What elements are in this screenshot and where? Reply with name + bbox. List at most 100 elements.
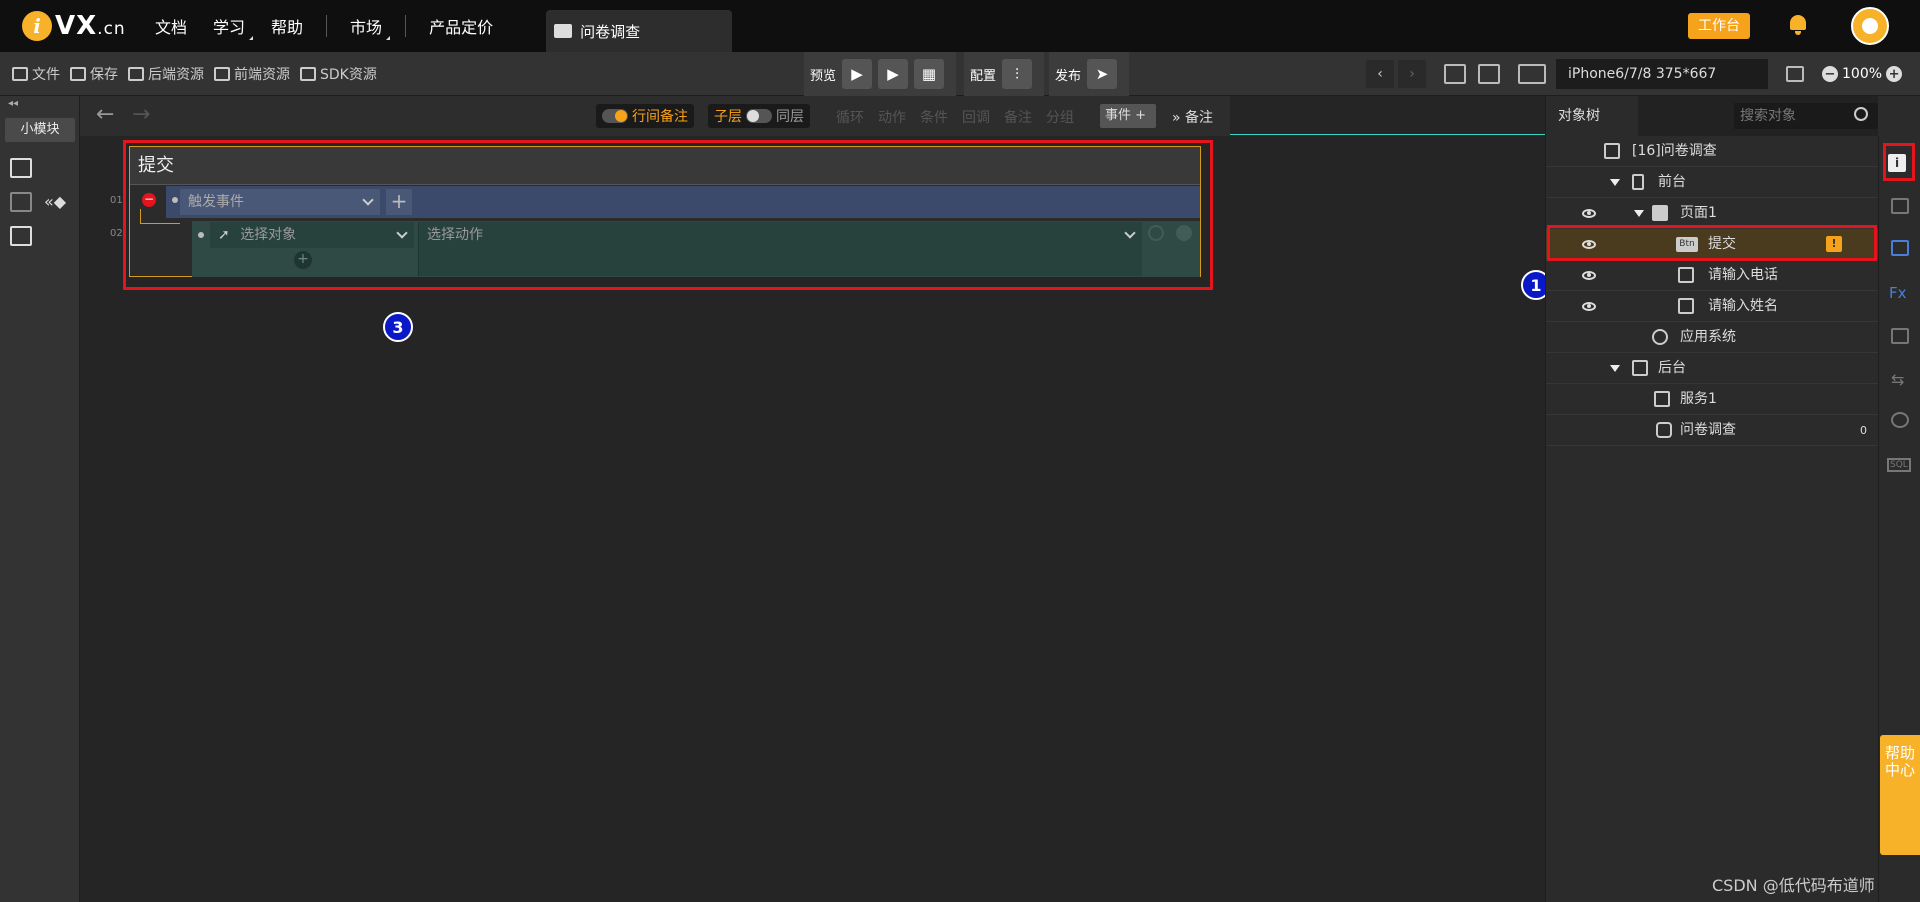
undo-arrow-icon[interactable]: ← [96, 102, 114, 127]
collapse-icon[interactable]: ◂◂ [8, 98, 18, 109]
nav-pricing[interactable]: 产品定价 [416, 14, 506, 38]
add-event-button[interactable]: 事件 + [1100, 104, 1156, 128]
cursor-icon: ➚ [218, 227, 230, 243]
tab-object-tree[interactable]: 对象树 [1546, 96, 1638, 136]
editor-toolbar: ← → 行间备注 子层 同层 循环 动作 条件 回调 备注 分组 事件 + » … [80, 96, 1230, 136]
screenshot-icon[interactable] [1786, 66, 1804, 82]
zoom-out-icon[interactable]: − [1822, 66, 1838, 82]
connector-line [140, 209, 141, 223]
tree-item-phone-input[interactable]: 请输入电话 [1546, 260, 1879, 291]
trigger-event-select[interactable]: 触发事件 [180, 189, 380, 215]
event-label: 事件 [1105, 108, 1132, 123]
inspect-icon[interactable] [10, 226, 32, 246]
align-center-icon[interactable] [1478, 64, 1500, 84]
sliders-icon[interactable] [10, 192, 32, 212]
nav-learn[interactable]: 学习 [200, 14, 258, 40]
layer-toggle[interactable]: 子层 同层 [708, 104, 810, 128]
tree-item-service1[interactable]: 服务1 [1546, 384, 1879, 415]
file-button[interactable]: 文件 [12, 64, 60, 84]
tree-item-database[interactable]: 问卷调查 0 [1546, 415, 1879, 446]
save-button[interactable]: 保存 [70, 64, 118, 84]
frontend-resources-label: 前端资源 [234, 67, 290, 83]
swap-icon[interactable]: ⇆ [1891, 370, 1909, 389]
publish-label: 发布 [1055, 68, 1082, 84]
remove-event-icon[interactable]: − [142, 193, 156, 207]
search-icon[interactable] [1854, 107, 1868, 121]
nav-help[interactable]: 帮助 [258, 14, 316, 38]
workbench-button[interactable]: 工作台 [1688, 13, 1750, 39]
object-tree-panel: 对象树 搜索对象 [16]问卷调查 前台 页面1 Btn 提交 ! 请输入电话 … [1545, 96, 1879, 902]
logo-domain: .cn [97, 19, 126, 39]
add-trigger-icon[interactable]: + [386, 189, 412, 215]
add-action-icon[interactable]: + [294, 251, 312, 269]
tree-item-backend[interactable]: 后台 [1546, 353, 1879, 384]
function-icon[interactable]: Fx [1889, 284, 1907, 302]
select-action-placeholder: 选择动作 [427, 227, 483, 243]
nav-market[interactable]: 市场 [337, 14, 395, 40]
tree-item-name-input[interactable]: 请输入姓名 [1546, 291, 1879, 322]
nav-docs[interactable]: 文档 [142, 14, 200, 38]
layer-switch[interactable] [746, 109, 772, 123]
select-action-dropdown[interactable]: 选择动作 [418, 222, 1142, 276]
sdk-resources-button[interactable]: SDK资源 [300, 64, 377, 84]
resource-menu: 文件 保存 后端资源 前端资源 SDK资源 [12, 52, 387, 96]
back-nav-icon[interactable]: ‹ [1366, 60, 1394, 88]
small-module-button[interactable]: 小模块 [5, 118, 75, 142]
delete-action-icon[interactable] [1176, 225, 1192, 241]
notes-panel-button[interactable]: » 备注 [1172, 107, 1213, 127]
component-settings-icon[interactable] [1891, 198, 1909, 214]
edit-icon[interactable] [10, 158, 32, 178]
note-button[interactable]: 备注 [1004, 107, 1032, 127]
sliders-icon[interactable]: ⫶ [1002, 59, 1033, 89]
doc-tab[interactable]: 问卷调查 [546, 10, 733, 52]
device-icon[interactable] [1518, 64, 1546, 84]
frontend-resources-button[interactable]: 前端资源 [214, 64, 290, 84]
nav-divider [326, 15, 328, 37]
tree-item-label: 请输入姓名 [1708, 298, 1778, 314]
qr-code-icon[interactable]: ▦ [914, 59, 945, 89]
phone-icon [1632, 174, 1644, 190]
left-sidebar: ◂◂ 小模块 «◆ [0, 96, 80, 902]
database-icon [1656, 422, 1672, 438]
zoom-in-icon[interactable]: + [1886, 66, 1903, 82]
action-button[interactable]: 动作 [878, 107, 906, 127]
event-icon[interactable] [1891, 240, 1909, 256]
tree-item-label: [16]问卷调查 [1632, 143, 1717, 159]
eye-icon[interactable] [1582, 209, 1596, 218]
step-play-icon[interactable]: ▶ [878, 59, 909, 89]
help-center-button[interactable]: 帮助中心 [1880, 735, 1920, 855]
expand-caret-icon[interactable] [1610, 179, 1620, 186]
backend-resources-button[interactable]: 后端资源 [128, 64, 204, 84]
group-button[interactable]: 分组 [1046, 107, 1074, 127]
play-icon[interactable]: ▶ [842, 59, 873, 89]
device-select[interactable]: iPhone6/7/8 375*667 [1556, 59, 1768, 89]
select-object-dropdown[interactable]: ➚ 选择对象 [210, 222, 414, 248]
condition-button[interactable]: 条件 [920, 107, 948, 127]
expand-caret-icon[interactable] [1634, 210, 1644, 217]
nav-links: 文档 学习 帮助 市场 产品定价 [142, 0, 506, 52]
watermark: CSDN @低代码布道师 [1712, 876, 1875, 895]
inline-note-toggle[interactable]: 行间备注 [596, 104, 694, 128]
tree-item-app[interactable]: [16]问卷调查 [1546, 136, 1879, 167]
loop-button[interactable]: 循环 [836, 107, 864, 127]
input-edit-icon [1678, 267, 1694, 283]
eye-icon[interactable] [1582, 302, 1596, 311]
forward-nav-icon[interactable]: › [1398, 60, 1426, 88]
avatar[interactable] [1851, 7, 1889, 45]
sql-icon[interactable]: SQL [1887, 458, 1911, 472]
code-diamond-icon[interactable]: «◆ [44, 192, 66, 211]
align-left-icon[interactable] [1444, 64, 1466, 84]
tree-item-frontend[interactable]: 前台 [1546, 167, 1879, 198]
refresh-icon[interactable] [1148, 225, 1164, 241]
tree-item-app-system[interactable]: 应用系统 [1546, 322, 1879, 353]
send-icon[interactable]: ➤ [1087, 59, 1118, 89]
record-icon[interactable] [1891, 412, 1909, 428]
inline-note-switch[interactable] [602, 109, 628, 123]
expand-caret-icon[interactable] [1610, 365, 1620, 372]
callback-button[interactable]: 回调 [962, 107, 990, 127]
copy-icon[interactable] [1891, 328, 1909, 344]
redo-arrow-icon[interactable]: → [132, 102, 150, 127]
eye-icon[interactable] [1582, 271, 1596, 280]
bell-icon[interactable] [1788, 13, 1808, 35]
ivx-logo[interactable]: i VX.cn [22, 11, 142, 41]
